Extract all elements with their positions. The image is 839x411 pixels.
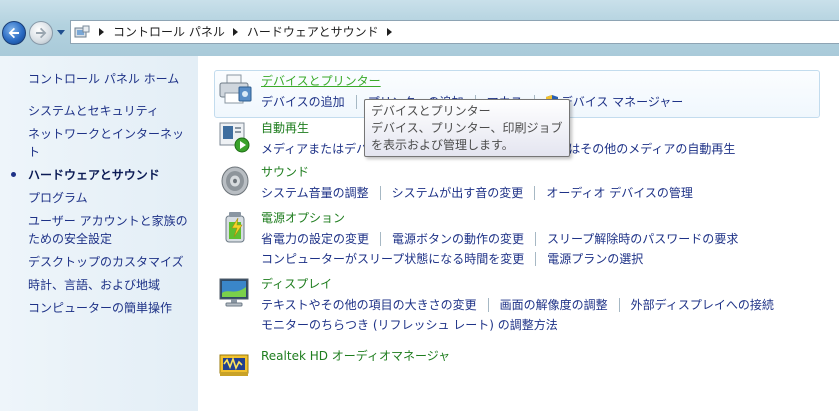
task-link-row: 省電力の設定の変更 電源ボタンの動作の変更 スリープ解除時のパスワードの要求 bbox=[261, 229, 831, 249]
sidebar-item-label: ハードウェアとサウンド bbox=[28, 168, 160, 182]
category-title[interactable]: ディスプレイ bbox=[261, 276, 332, 292]
link-divider bbox=[487, 298, 489, 312]
task-links: テキストやその他の項目の大きさの変更 画面の解像度の調整 外部ディスプレイへの接続モ… bbox=[261, 295, 831, 335]
task-link[interactable]: 電源ボタンの動作の変更 bbox=[392, 229, 524, 249]
link-divider bbox=[380, 232, 382, 246]
sidebar-home-link[interactable]: コントロール パネル ホーム bbox=[28, 70, 179, 87]
sidebar-item[interactable]: システムとセキュリティ bbox=[0, 102, 198, 120]
task-link[interactable]: オーディオ デバイスの管理 bbox=[546, 183, 693, 203]
task-link[interactable]: 電源プランの選択 bbox=[547, 249, 643, 269]
task-link[interactable]: スリープ解除時のパスワードの要求 bbox=[547, 229, 738, 249]
chevron-down-icon bbox=[57, 30, 65, 35]
sidebar-item[interactable]: ユーザー アカウントと家族のための安全設定 bbox=[0, 212, 198, 248]
sidebar: コントロール パネル ホーム システムとセキュリティネットワークとインターネット… bbox=[0, 56, 198, 411]
task-link[interactable]: テキストやその他の項目の大きさの変更 bbox=[261, 295, 477, 315]
sidebar-list: システムとセキュリティネットワークとインターネットハードウェアとサウンド プログラ… bbox=[0, 102, 198, 322]
sidebar-item-label: システムとセキュリティ bbox=[28, 104, 159, 118]
sidebar-item-label: ネットワークとインターネット bbox=[28, 127, 185, 159]
sidebar-item: ハードウェアとサウンド bbox=[0, 166, 198, 184]
monitor-icon[interactable] bbox=[217, 276, 253, 310]
recent-pages-button[interactable] bbox=[56, 28, 66, 38]
link-divider bbox=[379, 186, 381, 200]
category-title[interactable]: サウンド bbox=[261, 164, 309, 180]
sidebar-item[interactable]: デスクトップのカスタマイズ bbox=[0, 253, 198, 271]
link-divider bbox=[535, 252, 537, 266]
breadcrumb-control-panel[interactable]: コントロール パネル bbox=[111, 21, 227, 43]
task-link[interactable]: モニターのちらつき (リフレッシュ レート) の調整方法 bbox=[261, 315, 558, 335]
category-title[interactable]: 電源オプション bbox=[261, 210, 345, 226]
task-links: システム音量の調整 システムが出す音の変更 オーディオ デバイスの管理 bbox=[261, 183, 831, 203]
sidebar-item[interactable]: コンピューターの簡単操作 bbox=[0, 299, 198, 317]
task-link[interactable]: システム音量の調整 bbox=[261, 183, 369, 203]
breadcrumb-arrow-icon[interactable] bbox=[93, 21, 111, 43]
back-button[interactable] bbox=[2, 21, 26, 45]
task-link[interactable]: 省電力の設定の変更 bbox=[261, 229, 369, 249]
task-link[interactable]: デバイス マネージャー bbox=[561, 92, 684, 112]
active-bullet-icon bbox=[11, 172, 16, 177]
breadcrumb-arrow-icon[interactable] bbox=[381, 21, 399, 43]
link-divider bbox=[535, 232, 537, 246]
task-link-row: テキストやその他の項目の大きさの変更 画面の解像度の調整 外部ディスプレイへの接続 bbox=[261, 295, 831, 315]
tooltip: デバイスとプリンター デバイス、プリンター、印刷ジョブ を表示および管理します。 bbox=[364, 99, 570, 157]
arrow-left-icon bbox=[8, 27, 19, 39]
category-title[interactable]: Realtek HD オーディオマネージャ bbox=[261, 348, 450, 364]
task-link[interactable]: コンピューターがスリープ状態になる時間を変更 bbox=[261, 249, 524, 269]
link-divider bbox=[355, 95, 357, 109]
sidebar-item-label: コンピューターの簡単操作 bbox=[28, 301, 173, 315]
task-link-row: モニターのちらつき (リフレッシュ レート) の調整方法 bbox=[261, 315, 831, 335]
task-link[interactable]: デバイスの追加 bbox=[261, 92, 345, 112]
category-title[interactable]: 自動再生 bbox=[261, 120, 309, 136]
task-links: 省電力の設定の変更 電源ボタンの動作の変更 スリープ解除時のパスワードの要求 コンピュ… bbox=[261, 229, 831, 269]
control-panel-icon bbox=[71, 21, 93, 43]
task-link[interactable]: 画面の解像度の調整 bbox=[500, 295, 608, 315]
arrow-right-icon bbox=[36, 27, 47, 39]
link-divider bbox=[618, 298, 620, 312]
sidebar-item-label: デスクトップのカスタマイズ bbox=[28, 255, 184, 269]
tooltip-line: デバイスとプリンター bbox=[371, 104, 491, 118]
link-divider bbox=[534, 186, 536, 200]
autoplay-icon[interactable] bbox=[217, 120, 253, 154]
task-link[interactable]: システムが出す音の変更 bbox=[392, 183, 524, 203]
navigation-bar: コントロール パネル ハードウェアとサウンド bbox=[0, 0, 839, 56]
category-title[interactable]: デバイスとプリンター bbox=[261, 73, 381, 89]
tooltip-line: を表示および管理します。 bbox=[371, 138, 514, 152]
printer-icon[interactable] bbox=[217, 73, 253, 107]
audio-manager-icon[interactable] bbox=[217, 348, 253, 382]
task-link-row: システム音量の調整 システムが出す音の変更 オーディオ デバイスの管理 bbox=[261, 183, 831, 203]
address-bar[interactable]: コントロール パネル ハードウェアとサウンド bbox=[70, 20, 839, 44]
sidebar-item[interactable]: 時計、言語、および地域 bbox=[0, 276, 198, 294]
sidebar-item[interactable]: プログラム bbox=[0, 189, 198, 207]
task-link[interactable]: 外部ディスプレイへの接続 bbox=[631, 295, 774, 315]
sidebar-item[interactable]: ネットワークとインターネット bbox=[0, 125, 198, 161]
sidebar-item-label: 時計、言語、および地域 bbox=[28, 278, 161, 292]
sidebar-item-label: ユーザー アカウントと家族のための安全設定 bbox=[28, 214, 188, 246]
sidebar-item-label: プログラム bbox=[28, 191, 88, 205]
speaker-icon[interactable] bbox=[217, 164, 253, 198]
battery-icon[interactable] bbox=[217, 210, 253, 244]
tooltip-line: デバイス、プリンター、印刷ジョブ bbox=[371, 121, 563, 135]
forward-button[interactable] bbox=[29, 21, 53, 45]
breadcrumb-arrow-icon[interactable] bbox=[227, 21, 245, 43]
task-link-row: コンピューターがスリープ状態になる時間を変更 電源プランの選択 bbox=[261, 249, 831, 269]
breadcrumb-hardware-sound[interactable]: ハードウェアとサウンド bbox=[245, 21, 381, 43]
